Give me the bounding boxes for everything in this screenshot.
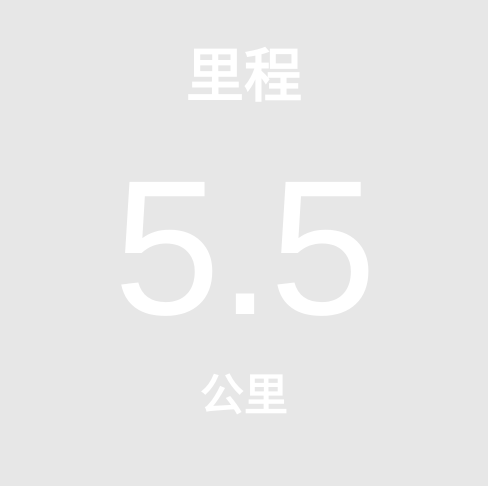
- distance-value: 5.5: [113, 140, 377, 355]
- distance-unit: 公里: [200, 370, 288, 421]
- metric-title: 里程: [185, 42, 302, 110]
- distance-card: 里程 5.5 公里: [0, 0, 488, 486]
